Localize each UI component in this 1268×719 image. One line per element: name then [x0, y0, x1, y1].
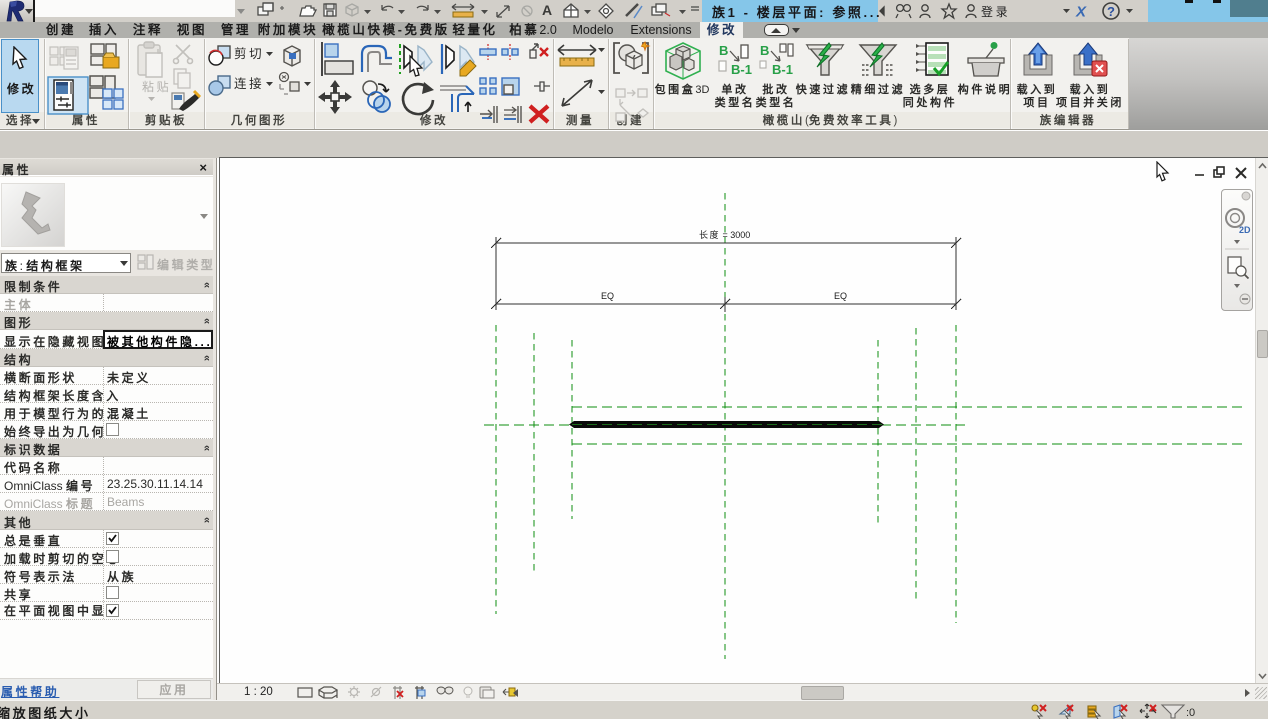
svg-text:剪切: 剪切	[234, 46, 264, 61]
svg-text:B: B	[760, 43, 769, 58]
svg-text:粘贴: 粘贴	[142, 79, 171, 94]
svg-text:2D: 2D	[1239, 225, 1251, 235]
svg-text:EQ: EQ	[834, 291, 847, 301]
svg-text:B: B	[719, 43, 728, 58]
svg-text:?: ?	[1107, 4, 1115, 19]
svg-text:X: X	[1075, 4, 1087, 21]
svg-text:B-1: B-1	[772, 62, 793, 77]
svg-text:长度 = 3000: 长度 = 3000	[699, 229, 750, 240]
svg-text:A: A	[542, 2, 552, 18]
svg-text:EQ: EQ	[601, 291, 614, 301]
svg-text:B-1: B-1	[731, 62, 752, 77]
svg-text:登录: 登录	[981, 4, 1010, 19]
svg-text::0: :0	[1186, 707, 1195, 719]
svg-text:连接: 连接	[234, 76, 264, 91]
